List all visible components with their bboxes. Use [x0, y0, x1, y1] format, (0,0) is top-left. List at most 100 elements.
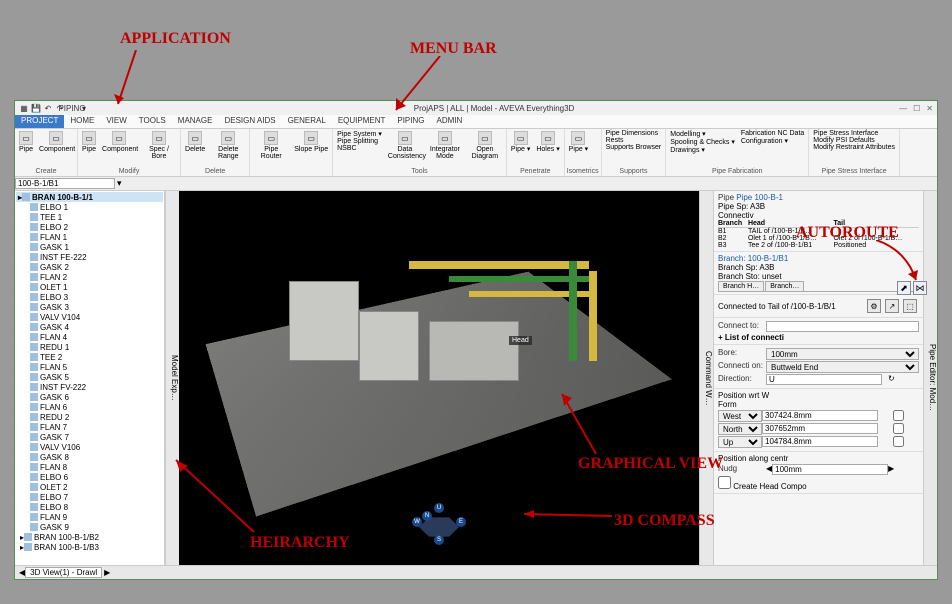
ribbon-pipe-[interactable]: ▭Pipe ▾	[567, 130, 590, 154]
ribbon-slope-pipe[interactable]: ▭Slope Pipe	[292, 130, 330, 154]
qat-icon[interactable]: ▦	[19, 103, 29, 113]
tree-item[interactable]: GASK 6	[16, 392, 163, 402]
tree-item[interactable]: ELBO 7	[16, 492, 163, 502]
ribbon-delete-range[interactable]: ▭Delete Range	[209, 130, 247, 161]
nudge-right-icon[interactable]: ▶	[888, 464, 894, 475]
ribbon-delete[interactable]: ▭Delete	[183, 130, 207, 154]
hierarchy-tree[interactable]: ▸ BRAN 100-B-1/1ELBO 1TEE 1ELBO 2FLAN 1G…	[15, 191, 165, 565]
ribbon-item[interactable]: Spooling & Checks ▾	[668, 138, 737, 146]
tree-item[interactable]: INST FV-222	[16, 382, 163, 392]
compass-w[interactable]: W	[412, 517, 422, 527]
tab-manage[interactable]: MANAGE	[172, 115, 219, 128]
tree-item[interactable]: GASK 5	[16, 372, 163, 382]
ribbon-item[interactable]: NSBC	[335, 145, 384, 152]
tree-item[interactable]: FLAN 2	[16, 272, 163, 282]
tool-icon-3[interactable]: ⬚	[903, 299, 917, 313]
tab-design aids[interactable]: DESIGN AIDS	[218, 115, 281, 128]
ribbon-pipe-[interactable]: ▭Pipe ▾	[509, 130, 532, 154]
up-select[interactable]: Up	[718, 436, 762, 448]
direction-input[interactable]	[766, 374, 882, 385]
view-next-icon[interactable]: ▶	[104, 568, 110, 577]
tab-equipment[interactable]: EQUIPMENT	[332, 115, 392, 128]
tool-icon-1[interactable]: ⚙	[867, 299, 881, 313]
list-connections[interactable]: + List of connecti	[718, 333, 919, 342]
tree-item[interactable]: FLAN 7	[16, 422, 163, 432]
compass-e[interactable]: E	[456, 517, 466, 527]
ribbon-component[interactable]: ▭Component	[37, 130, 75, 154]
ribbon-item[interactable]: Supports Browser	[604, 144, 664, 151]
ribbon-item[interactable]: Modelling ▾	[668, 130, 737, 138]
tree-branch[interactable]: ▸ BRAN 100-B-1/B3	[16, 542, 163, 552]
close-button[interactable]: ✕	[926, 104, 933, 113]
tool-icon-2[interactable]: ↗	[885, 299, 899, 313]
tree-item[interactable]: GASK 4	[16, 322, 163, 332]
north-lock[interactable]	[878, 423, 919, 434]
address-input[interactable]	[15, 178, 115, 189]
west-lock[interactable]	[878, 410, 919, 421]
tab-general[interactable]: GENERAL	[282, 115, 332, 128]
north-input[interactable]	[762, 423, 878, 434]
north-select[interactable]: North	[718, 423, 762, 435]
tree-item[interactable]: OLET 1	[16, 282, 163, 292]
tab-project[interactable]: PROJECT	[15, 115, 64, 128]
tree-item[interactable]: ELBO 3	[16, 292, 163, 302]
tree-item[interactable]: TEE 2	[16, 352, 163, 362]
ribbon-data-consistency[interactable]: ▭Data Consistency	[386, 130, 424, 161]
qat-save-icon[interactable]: 💾	[31, 103, 41, 113]
tab-admin[interactable]: ADMIN	[431, 115, 469, 128]
tree-item[interactable]: OLET 2	[16, 482, 163, 492]
tree-item[interactable]: FLAN 4	[16, 332, 163, 342]
tree-item[interactable]: INST FE-222	[16, 252, 163, 262]
tree-item[interactable]: ELBO 1	[16, 202, 163, 212]
rotate-icon[interactable]: ↻	[888, 374, 895, 385]
tree-item[interactable]: FLAN 9	[16, 512, 163, 522]
tree-item[interactable]: GASK 8	[16, 452, 163, 462]
tree-item[interactable]: ELBO 2	[16, 222, 163, 232]
tree-item[interactable]: FLAN 6	[16, 402, 163, 412]
tree-item[interactable]: GASK 7	[16, 432, 163, 442]
tree-item[interactable]: REDU 1	[16, 342, 163, 352]
compass-s[interactable]: S	[434, 535, 444, 545]
tree-item[interactable]: GASK 3	[16, 302, 163, 312]
tab-tools[interactable]: TOOLS	[133, 115, 172, 128]
tree-item[interactable]: VALV V106	[16, 442, 163, 452]
ribbon-item[interactable]: Rests	[604, 137, 664, 144]
ribbon-integrator-mode[interactable]: ▭Integrator Mode	[426, 130, 464, 161]
tree-item[interactable]: FLAN 8	[16, 462, 163, 472]
ribbon-pipe[interactable]: ▭Pipe	[17, 130, 35, 154]
nudge-input[interactable]	[772, 464, 888, 475]
up-input[interactable]	[762, 436, 878, 447]
tree-item[interactable]: ELBO 8	[16, 502, 163, 512]
west-input[interactable]	[762, 410, 878, 421]
compass-u[interactable]: U	[434, 503, 444, 513]
ribbon-item[interactable]: Drawings ▾	[668, 146, 737, 154]
west-select[interactable]: West	[718, 410, 762, 422]
tree-item[interactable]: FLAN 5	[16, 362, 163, 372]
create-head-checkbox[interactable]	[718, 476, 731, 489]
compass-n[interactable]: N	[422, 511, 432, 521]
minimize-button[interactable]: —	[899, 104, 907, 113]
tree-item[interactable]: GASK 1	[16, 242, 163, 252]
ribbon-item[interactable]: Pipe Splitting	[335, 138, 384, 145]
connect-to-input[interactable]	[766, 321, 919, 332]
ribbon-item[interactable]: Pipe System ▾	[335, 130, 384, 138]
tree-branch[interactable]: ▸ BRAN 100-B-1/B2	[16, 532, 163, 542]
ribbon-holes-[interactable]: ▭Holes ▾	[534, 130, 561, 154]
tree-item[interactable]: TEE 1	[16, 212, 163, 222]
ribbon-item[interactable]: Modify Restraint Attributes	[811, 144, 897, 151]
tab-branch-head[interactable]: Branch H…	[718, 281, 764, 291]
ribbon-component[interactable]: ▭Component	[100, 130, 138, 154]
tree-root[interactable]: ▸ BRAN 100-B-1/1	[16, 192, 163, 202]
maximize-button[interactable]: ☐	[913, 104, 920, 113]
tree-item[interactable]: GASK 2	[16, 262, 163, 272]
ribbon-pipe-router[interactable]: ▭Pipe Router	[252, 130, 290, 161]
tab-view[interactable]: VIEW	[100, 115, 132, 128]
ribbon-item[interactable]: Configuration ▾	[739, 137, 806, 145]
bore-select[interactable]: 100mm	[766, 348, 919, 360]
tree-item[interactable]: VALV V104	[16, 312, 163, 322]
ribbon-item[interactable]: Modify PSI Defaults	[811, 137, 897, 144]
ribbon-item[interactable]: Pipe Stress Interface	[811, 130, 897, 137]
tree-item[interactable]: GASK 9	[16, 522, 163, 532]
addr-dropdown-icon[interactable]: ▾	[117, 178, 122, 189]
ribbon-spec-bore[interactable]: ▭Spec / Bore	[140, 130, 178, 161]
